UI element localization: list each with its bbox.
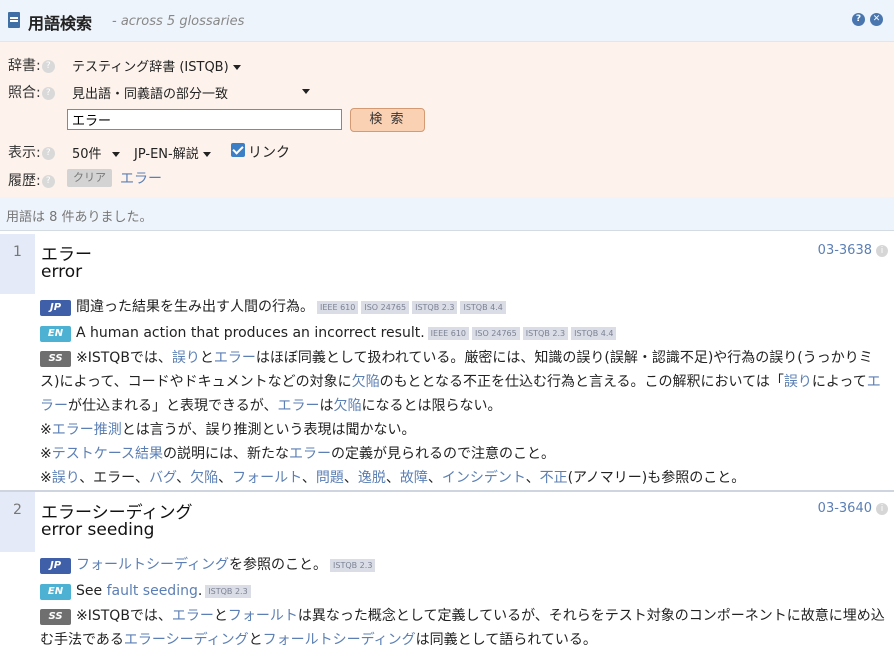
term-link[interactable]: 問題 <box>316 470 344 486</box>
term-link[interactable]: エラーシーディング <box>124 632 249 648</box>
jp-tag: JP <box>40 300 71 316</box>
term-link[interactable]: エラー <box>172 608 214 624</box>
history-help-icon[interactable]: ? <box>41 174 55 188</box>
ref-badge: ISO 24765 <box>472 327 520 340</box>
en-definition: EN A human action that produces an incorr… <box>40 321 890 345</box>
term-link[interactable]: 欠陥 <box>352 374 380 390</box>
match-label: 照合:? <box>8 82 55 102</box>
jp-tag: JP <box>40 558 71 574</box>
ref-badge: ISTQB 2.3 <box>205 585 251 598</box>
match-select[interactable]: 見出語・同義語の部分一致 <box>72 83 312 102</box>
chevron-down-icon <box>232 65 241 70</box>
term-link[interactable]: インシデント <box>442 470 526 486</box>
dict-label: 辞書:? <box>8 55 55 75</box>
term-link[interactable]: エラー <box>214 350 256 366</box>
info-icon[interactable]: i <box>876 503 888 515</box>
term-link[interactable]: フォールト <box>228 608 298 624</box>
ss-commentary: SS ※ISTQBでは、エラーとフォールトは異なった概念として定義しているが、それ… <box>40 608 885 648</box>
book-icon <box>8 12 20 28</box>
info-icon[interactable]: i <box>876 245 888 257</box>
match-help-icon[interactable]: ? <box>41 86 55 100</box>
ref-badge: ISO 24765 <box>361 301 410 314</box>
entry-term-en: error <box>41 262 83 282</box>
dict-help-icon[interactable]: ? <box>41 59 55 73</box>
entry-id-link[interactable]: 03-3640 <box>818 501 872 516</box>
term-link[interactable]: 欠陥 <box>333 398 361 414</box>
chevron-down-icon <box>111 152 120 157</box>
term-link[interactable]: フォールト <box>232 470 302 486</box>
search-button[interactable]: 検 索 <box>350 108 425 132</box>
term-link[interactable]: 誤り <box>172 350 200 366</box>
ref-badge: ISTQB 2.3 <box>330 559 376 572</box>
term-link[interactable]: 誤り <box>52 470 79 486</box>
close-icon[interactable]: ✕ <box>870 13 883 26</box>
ref-badge: ISTQB 4.4 <box>571 327 617 340</box>
help-icon[interactable]: ? <box>852 13 865 26</box>
entry-term-en: error seeding <box>41 520 155 540</box>
clear-history-button[interactable]: クリア <box>67 169 112 187</box>
mode-select[interactable]: JP-EN-解説 <box>134 143 211 162</box>
term-link[interactable]: 誤り <box>784 374 812 390</box>
search-form: 辞書:? テスティング辞書 (ISTQB) 照合:? 見出語・同義語の部分一致 … <box>0 42 894 197</box>
header-bar: 用語検索 - across 5 glossaries ? ✕ <box>0 0 894 42</box>
term-link[interactable]: 故障 <box>400 470 428 486</box>
term-link[interactable]: エラー推測 <box>52 422 122 438</box>
en-tag: EN <box>40 584 71 600</box>
term-link[interactable]: エラー <box>277 398 319 414</box>
jp-definition: JP 間違った結果を生み出す人間の行為。 IEEE 610 ISO 24765 ISTQ… <box>40 295 890 319</box>
term-link[interactable]: フォールトシーディング <box>263 632 416 648</box>
page-title: 用語検索 <box>28 14 93 33</box>
dict-select[interactable]: テスティング辞書 (ISTQB) <box>72 56 241 75</box>
term-link[interactable]: 欠陥 <box>190 470 218 486</box>
term-link[interactable]: fault seeding <box>107 583 198 599</box>
term-link[interactable]: エラー <box>289 446 331 462</box>
ref-badge: IEEE 610 <box>427 327 469 340</box>
entry-number: 1 <box>0 234 35 294</box>
history-item-link[interactable]: エラー <box>120 168 162 188</box>
en-definition: EN See fault seeding. ISTQB 2.3 <box>40 579 890 603</box>
term-link[interactable]: 不正 <box>540 470 568 486</box>
display-label: 表示:? <box>8 142 55 162</box>
count-select[interactable]: 50件 <box>72 143 120 162</box>
result-count-bar: 用語は 8 件ありました。 <box>0 197 894 231</box>
ref-badge: ISTQB 4.4 <box>460 301 506 314</box>
chevron-down-icon <box>202 152 211 157</box>
term-link[interactable]: フォールトシーディング <box>76 557 229 573</box>
ss-tag: SS <box>40 351 71 367</box>
link-checkbox-label: リンク <box>248 145 290 161</box>
display-help-icon[interactable]: ? <box>41 146 55 160</box>
search-input[interactable] <box>67 109 342 130</box>
term-link[interactable]: 逸脱 <box>358 470 386 486</box>
result-count-text: 用語は 8 件ありました。 <box>6 210 153 225</box>
jp-definition: JP フォールトシーディングを参照のこと。 ISTQB 2.3 <box>40 553 890 577</box>
ss-commentary: SS ※ISTQBでは、誤りとエラーはほぼ同義として扱われている。厳密には、知識の… <box>40 350 881 486</box>
link-checkbox[interactable] <box>231 143 245 157</box>
entry-divider <box>0 490 894 492</box>
term-link[interactable]: エラー <box>40 374 881 414</box>
term-link[interactable]: バグ <box>149 470 176 486</box>
entry-number: 2 <box>0 492 35 552</box>
ref-badge: ISTQB 2.3 <box>522 327 569 340</box>
en-tag: EN <box>40 326 71 342</box>
history-label: 履歴:? <box>8 170 55 190</box>
chevron-down-icon <box>302 89 310 94</box>
entry-id-link[interactable]: 03-3638 <box>818 243 872 258</box>
ref-badge: IEEE 610 <box>317 301 359 314</box>
term-link[interactable]: テストケース結果 <box>52 446 163 462</box>
ss-tag: SS <box>40 609 71 625</box>
ref-badge: ISTQB 2.3 <box>412 301 458 314</box>
page-subtitle: - across 5 glossaries <box>112 14 245 29</box>
